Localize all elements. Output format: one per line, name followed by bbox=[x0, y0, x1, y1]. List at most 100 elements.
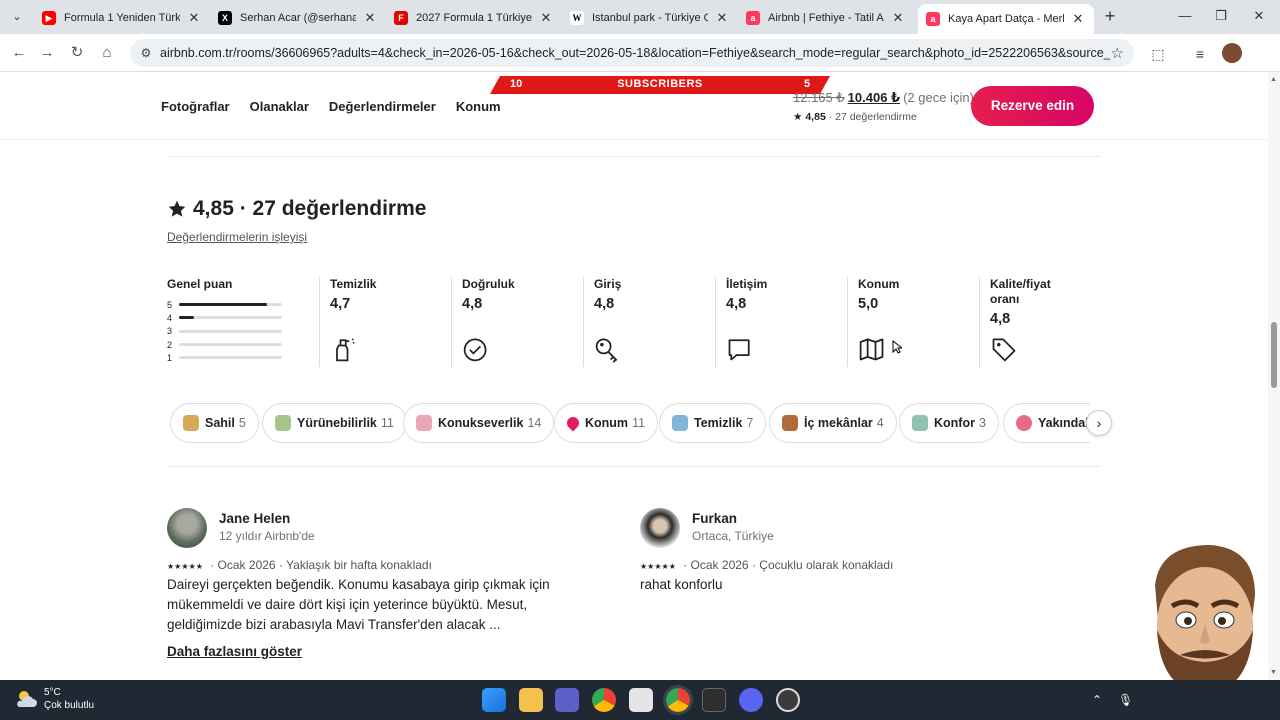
key-icon bbox=[595, 338, 618, 363]
chip-hospitality[interactable]: Konukseverlik 14 bbox=[403, 403, 555, 443]
close-icon[interactable]: ✕ bbox=[890, 10, 906, 26]
rating-bar-row: 5 bbox=[167, 298, 287, 311]
reviewer-tenure: 12 yıldır Airbnb'de bbox=[219, 529, 315, 543]
chip-interiors[interactable]: İç mekânlar 4 bbox=[769, 403, 897, 443]
close-icon[interactable]: ✕ bbox=[714, 10, 730, 26]
close-icon[interactable]: ✕ bbox=[186, 10, 202, 26]
scroll-up-icon[interactable]: ▲ bbox=[1270, 76, 1277, 83]
subscribers-banner: SUBSCRIBERS 10 5 bbox=[490, 76, 830, 94]
rating-bar-row: 4 bbox=[167, 311, 287, 324]
tab-x[interactable]: X Serhan Acar (@serhanacar) ✕ bbox=[210, 5, 386, 30]
airbnb-icon: a bbox=[926, 12, 940, 26]
chip-nearby[interactable]: Yakındaki bbox=[1003, 403, 1090, 443]
review-count: 27 değerlendirme bbox=[835, 111, 917, 123]
profile-avatar[interactable] bbox=[1222, 43, 1242, 63]
restore-icon[interactable]: ❐ bbox=[1206, 8, 1236, 24]
category-label: Kalite/fiyat oranı bbox=[990, 277, 1051, 306]
chip-location[interactable]: Konum 11 bbox=[554, 403, 659, 443]
star-rating: ★★★★★ bbox=[640, 562, 676, 571]
reviews-title: 4,85 · 27 değerlendirme bbox=[193, 197, 427, 220]
tab-title: Airbnb | Fethiye - Tatil Ama bbox=[768, 11, 884, 24]
microphone-icon[interactable]: 🎙 bbox=[1118, 693, 1133, 707]
tab-airbnb-fethiye[interactable]: a Airbnb | Fethiye - Tatil Ama ✕ bbox=[738, 5, 914, 30]
reviewer-avatar[interactable] bbox=[167, 508, 207, 548]
chip-comfort[interactable]: Konfor 3 bbox=[899, 403, 999, 443]
category-value: 4,8 bbox=[462, 296, 483, 312]
window-close-icon[interactable]: ✕ bbox=[1244, 8, 1274, 24]
file-explorer-icon[interactable] bbox=[519, 688, 543, 712]
divider bbox=[167, 466, 1101, 467]
chip-beach[interactable]: Sahil 5 bbox=[170, 403, 259, 443]
cleaning-icon bbox=[672, 415, 688, 431]
nav-reviews-link[interactable]: Değerlendirmeler bbox=[329, 99, 436, 114]
nav-photos-link[interactable]: Fotoğraflar bbox=[161, 99, 230, 114]
close-icon[interactable]: ✕ bbox=[362, 10, 378, 26]
banner-right-number: 5 bbox=[804, 78, 811, 90]
obs-icon[interactable] bbox=[776, 688, 800, 712]
tab-wikipedia[interactable]: W Istanbul park - Türkiye Gra ✕ bbox=[562, 5, 738, 30]
close-icon[interactable]: ✕ bbox=[1070, 11, 1086, 27]
discord-icon[interactable] bbox=[739, 688, 763, 712]
category-value: 4,8 bbox=[726, 296, 747, 312]
chevron-right-icon[interactable]: › bbox=[1086, 410, 1112, 436]
chevron-up-icon[interactable]: ⌃ bbox=[1092, 693, 1102, 707]
review-text: rahat konforlu bbox=[640, 577, 723, 592]
category-label: İletişim bbox=[726, 277, 768, 291]
url-text[interactable]: airbnb.com.tr/rooms/36606965?adults=4&ch… bbox=[160, 46, 1110, 60]
category-value-for-money: Kalite/fiyat oranı 4,8 bbox=[979, 277, 1101, 367]
teams-icon[interactable] bbox=[555, 688, 579, 712]
chip-cleanliness[interactable]: Temizlik 7 bbox=[659, 403, 767, 443]
minimize-icon[interactable]: — bbox=[1170, 8, 1200, 23]
discounted-price[interactable]: 10.406 ₺ bbox=[848, 90, 900, 105]
new-tab-button[interactable]: + bbox=[1100, 7, 1120, 27]
show-more-link[interactable]: Daha fazlasını göster bbox=[167, 644, 302, 659]
scrollbar-thumb[interactable] bbox=[1271, 322, 1277, 388]
spray-bottle-icon bbox=[336, 338, 355, 362]
chrome-active-icon[interactable] bbox=[663, 685, 693, 715]
media-controls-icon[interactable]: ≡ bbox=[1190, 44, 1210, 64]
reserve-button[interactable]: Rezerve edin bbox=[971, 86, 1094, 126]
tab-kaya-apart[interactable]: a Kaya Apart Datça - Merkez ✕ bbox=[918, 4, 1094, 34]
extensions-icon[interactable]: ⬚ bbox=[1148, 44, 1168, 64]
chrome-icon[interactable] bbox=[592, 688, 616, 712]
map-icon bbox=[859, 338, 884, 361]
tab-title: Istanbul park - Türkiye Gra bbox=[592, 11, 708, 24]
tab-title: 2027 Formula 1 Türkiye Gra bbox=[416, 11, 532, 24]
omnibox[interactable]: ⚙ airbnb.com.tr/rooms/36606965?adults=4&… bbox=[130, 39, 1134, 67]
reload-icon[interactable]: ↻ bbox=[66, 42, 88, 64]
windows-start-icon[interactable] bbox=[482, 688, 506, 712]
how-reviews-work-link[interactable]: Değerlendirmelerin işleyişi bbox=[167, 230, 307, 244]
terminal-icon[interactable] bbox=[702, 688, 726, 712]
home-icon[interactable]: ⌂ bbox=[96, 42, 118, 64]
site-info-icon[interactable]: ⚙ bbox=[138, 45, 154, 61]
close-icon[interactable]: ✕ bbox=[538, 10, 554, 26]
nav-amenities-link[interactable]: Olanaklar bbox=[250, 99, 309, 114]
original-price: 12.165 ₺ bbox=[793, 90, 845, 105]
tab-youtube[interactable]: ▶ Formula 1 Yeniden Türkiye'de ✕ bbox=[34, 5, 210, 30]
tab-f1[interactable]: F 2027 Formula 1 Türkiye Gra ✕ bbox=[386, 5, 562, 30]
review-text: Daireyi gerçekten beğendik. Konumu kasab… bbox=[167, 577, 550, 632]
reviewer-avatar[interactable] bbox=[640, 508, 680, 548]
rating-distribution: 5 4 3 2 1 bbox=[167, 298, 287, 364]
back-icon[interactable]: ← bbox=[8, 42, 30, 64]
review-meta: ★★★★★ · Ocak 2026 · Çocuklu olarak konak… bbox=[640, 558, 894, 572]
bookmark-star-icon[interactable]: ☆ bbox=[1111, 44, 1124, 62]
category-location: Konum 5,0 bbox=[847, 277, 978, 367]
reviewer-name[interactable]: Jane Helen bbox=[219, 511, 290, 526]
weather-widget[interactable]: 5°C Çok bulutlu bbox=[14, 686, 94, 712]
price-summary: 12.165 ₺ 10.406 ₺ (2 gece için) ★ 4,85 · 2… bbox=[793, 90, 974, 123]
divider bbox=[583, 277, 584, 367]
x-icon: X bbox=[218, 10, 232, 25]
divider bbox=[979, 277, 980, 367]
reviewer-name[interactable]: Furkan bbox=[692, 511, 737, 526]
tab-search-button[interactable]: ⌄ bbox=[6, 7, 28, 27]
overall-rating: Genel puan 5 4 3 2 1 bbox=[167, 277, 287, 367]
category-value: 5,0 bbox=[858, 296, 879, 312]
message-icon bbox=[728, 339, 750, 361]
nav-location-link[interactable]: Konum bbox=[456, 99, 501, 114]
store-icon[interactable] bbox=[629, 688, 653, 712]
pin-icon bbox=[564, 414, 582, 432]
banner-text: SUBSCRIBERS bbox=[617, 78, 703, 90]
chip-walkability[interactable]: Yürünebilirlik 11 bbox=[262, 403, 407, 443]
forward-icon[interactable]: → bbox=[36, 42, 58, 64]
